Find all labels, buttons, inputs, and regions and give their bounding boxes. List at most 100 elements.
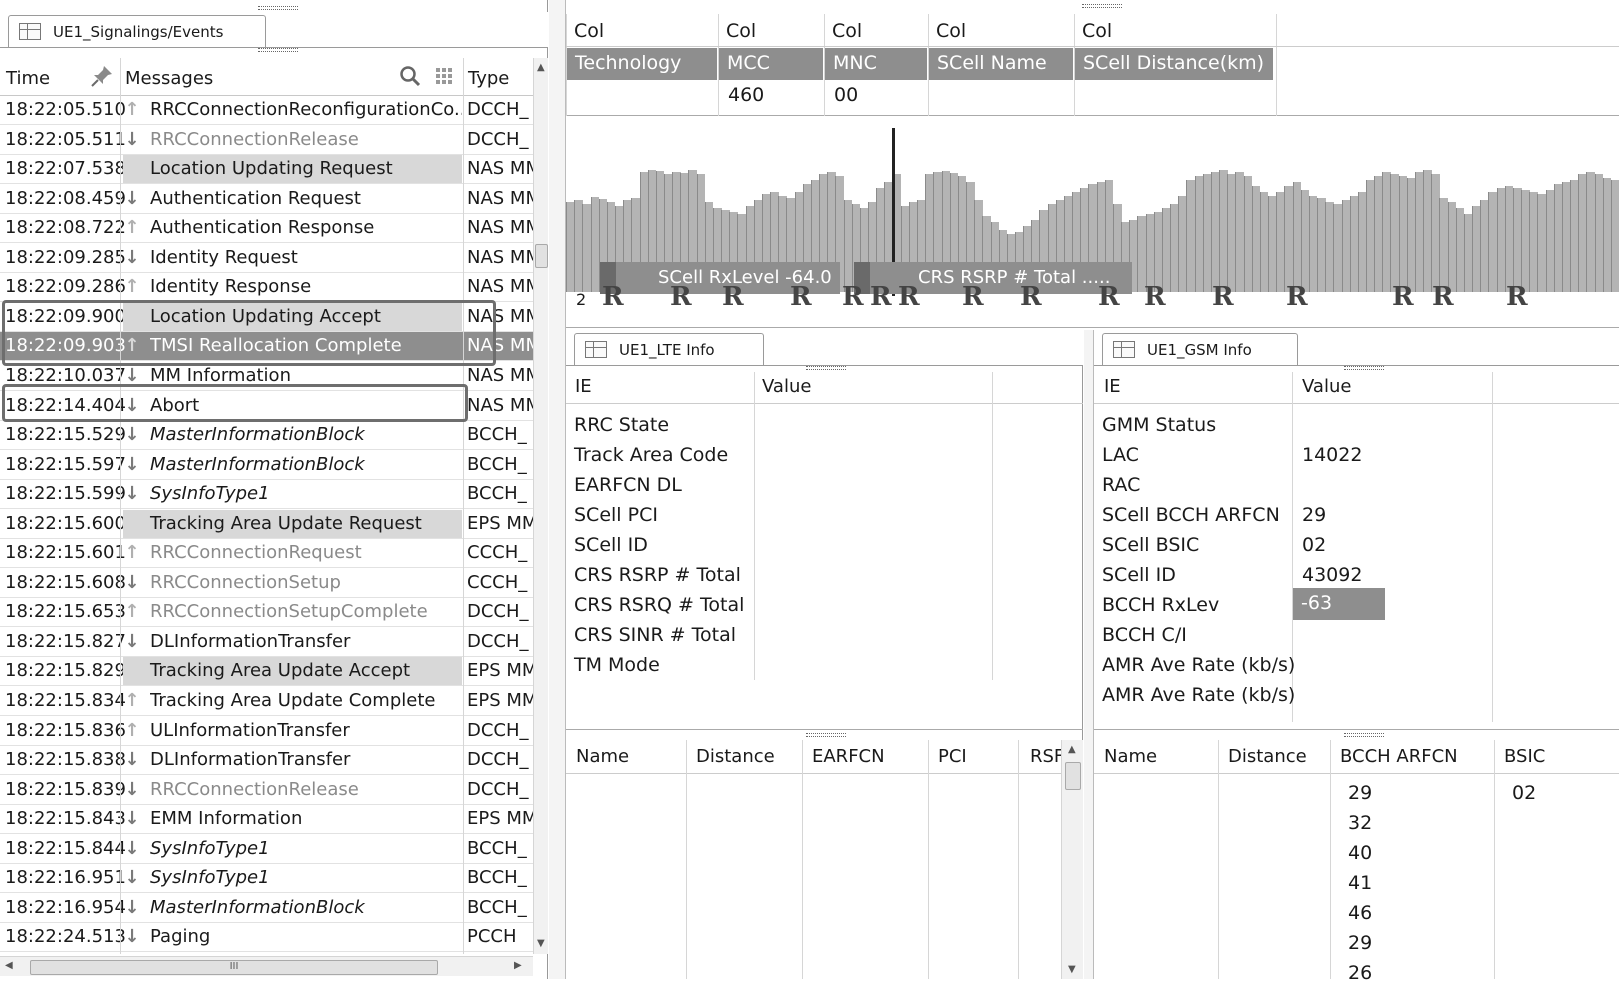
event-marker-icon[interactable]: R [1144,282,1166,312]
scroll-right-icon[interactable]: ▶ [514,960,522,971]
row-type: NAS MM [467,394,533,416]
scroll-up-icon[interactable]: ▲ [537,62,545,73]
event-marker-icon[interactable]: R [722,282,744,312]
panel-splitter[interactable] [1084,330,1094,979]
scroll-up-icon[interactable]: ▲ [1068,744,1076,755]
event-marker-icon[interactable]: R [842,282,864,312]
table-row[interactable]: 18:22:15.838 ↓ DLInformationTransfer DCCH_ [0,746,533,776]
col-value[interactable]: Value [1302,376,1351,397]
event-marker-icon[interactable]: R [1212,282,1234,312]
table-row[interactable]: 18:22:15.597 ↓ MasterInformationBlock BCCH_ [0,451,533,480]
table-row[interactable]: 18:22:15.834 ↑ Tracking Area Update Comple… [0,687,533,716]
col-value[interactable]: Value [762,376,811,397]
table-row[interactable]: 18:22:16.951 ↓ SysInfoType1 BCCH_ [0,864,533,894]
resize-grip[interactable] [806,366,846,370]
search-icon[interactable] [398,64,422,93]
lte-neighbor-col[interactable]: RSF [1030,746,1064,767]
resize-grip[interactable] [1344,366,1384,370]
event-marker-icon[interactable]: R [962,282,984,312]
col-label[interactable]: Col [574,20,604,42]
tab-gsm-info[interactable]: UE1_GSM Info [1102,333,1298,365]
event-marker-icon[interactable]: R [1286,282,1308,312]
tab-label: UE1_GSM Info [1147,340,1252,359]
event-marker-icon[interactable]: R [670,282,692,312]
event-marker-icon[interactable]: R [1392,282,1414,312]
columns-icon[interactable] [434,66,454,91]
col-label[interactable]: Col [1082,20,1112,42]
table-row[interactable]: 18:22:08.722 ↑ Authentication Response NAS … [0,214,533,244]
tab-lte-info[interactable]: UE1_LTE Info [574,333,764,365]
table-row[interactable]: 18:22:08.459 ↓ Authentication Request NAS M… [0,185,533,214]
col-time[interactable]: Time [6,68,50,89]
resize-grip[interactable] [258,48,298,52]
event-marker-icon[interactable]: R [1098,282,1120,312]
summary-header-cell[interactable]: MNC [825,48,927,80]
table-row[interactable]: 18:22:24.513 ↓ Paging PCCH [0,923,533,953]
event-marker-icon[interactable]: R [1506,282,1528,312]
table-row[interactable]: 18:22:15.601 ↑ RRCConnectionRequest CCCH_ [0,539,533,569]
lte-neighbor-col[interactable]: Name [576,746,629,767]
tab-signalings-events[interactable]: UE1_Signalings/Events [8,15,266,47]
col-label[interactable]: Col [726,20,756,42]
gsm-neighbor-col[interactable]: Distance [1228,746,1307,767]
table-row[interactable]: 18:22:15.529 ↓ MasterInformationBlock BCCH_ [0,421,533,451]
summary-header-cell[interactable]: Technology [567,48,717,80]
scroll-down-icon[interactable]: ▼ [1068,964,1076,975]
table-row[interactable]: 18:22:15.608 ↓ RRCConnectionSetup CCCH_ [0,569,533,598]
table-row[interactable]: 18:22:15.829↓Tracking Area Update Accept… [0,657,533,687]
vertical-scrollbar[interactable]: ▲ ▼ [533,58,548,954]
scroll-thumb[interactable] [535,244,548,268]
col-type[interactable]: Type [468,68,509,89]
summary-header-cell[interactable]: SCell Name [929,48,1073,80]
event-marker-icon[interactable]: R [898,282,920,312]
event-marker-icon[interactable]: R [1432,282,1454,312]
col-divider [120,58,121,954]
resize-grip[interactable] [258,6,298,10]
row-message: Tracking Area Update Request [123,509,462,538]
gsm-neighbor-col[interactable]: Name [1104,746,1157,767]
resize-grip[interactable] [806,733,846,737]
table-row[interactable]: 18:22:05.510 ↑ RRCConnectionReconfiguratio… [0,96,533,125]
scroll-thumb[interactable] [1065,762,1081,790]
vertical-splitter[interactable] [549,0,566,979]
col-ie[interactable]: IE [1104,376,1121,397]
resize-grip[interactable] [1082,4,1122,8]
table-row[interactable]: 18:22:15.653 ↑ RRCConnectionSetupComplete D… [0,598,533,628]
table-row[interactable]: 18:22:15.599 ↓ SysInfoType1 BCCH_ [0,480,533,510]
pin-icon[interactable] [90,64,114,93]
col-label[interactable]: Col [832,20,862,42]
summary-header-cell[interactable]: MCC [719,48,823,80]
scroll-left-icon[interactable]: ◀ [5,960,13,971]
table-row[interactable]: 18:22:07.538↑Location Updating RequestNA… [0,155,533,185]
table-row[interactable]: 18:22:16.954 ↓ MasterInformationBlock BCCH_ [0,894,533,923]
lte-neighbor-col[interactable]: Distance [696,746,775,767]
lte-neighbor-scrollbar[interactable]: ▲ ▼ [1061,740,1083,979]
event-marker-icon[interactable]: R [790,282,812,312]
event-marker-icon[interactable]: R [602,282,624,312]
col-messages[interactable]: Messages [125,68,213,89]
table-row[interactable]: 18:22:15.827 ↓ DLInformationTransfer DCCH_ [0,628,533,657]
lte-neighbor-col[interactable]: PCI [938,746,967,767]
table-row[interactable]: 18:22:05.511 ↓ RRCConnectionRelease DCCH_ [0,126,533,155]
table-row[interactable]: 18:22:15.600↑Tracking Area Update Reques… [0,509,533,539]
event-marker-icon[interactable]: R [1020,282,1042,312]
col-label[interactable]: Col [936,20,966,42]
event-marker-icon[interactable]: R [870,282,892,312]
scroll-down-icon[interactable]: ▼ [537,938,545,949]
summary-header-cell[interactable]: SCell Distance(km) [1075,48,1273,80]
resize-grip[interactable] [1344,733,1384,737]
table-row[interactable]: 18:22:15.844 ↓ SysInfoType1 BCCH_ [0,835,533,864]
gsm-neighbor-col[interactable]: BCCH ARFCN [1340,746,1458,767]
hscroll-thumb[interactable]: III [30,960,438,975]
gsm-neighbor-col[interactable]: BSIC [1504,746,1545,767]
table-row[interactable]: 18:22:15.843 ↓ EMM Information EPS MM [0,805,533,835]
col-divider [1492,372,1493,722]
col-ie[interactable]: IE [575,376,592,397]
horizontal-scrollbar[interactable]: ◀ III ▶ [0,956,533,976]
lte-neighbor-col[interactable]: EARFCN [812,746,885,767]
table-row[interactable]: 18:22:15.839 ↓ RRCConnectionRelease DCCH_ [0,776,533,805]
table-row[interactable]: 18:22:09.286↑ Identity Response NAS MM [0,273,533,303]
table-row[interactable]: 18:22:09.285↓ Identity Request NAS MM [0,244,533,273]
table-row[interactable]: 18:22:15.836 ↑ ULInformationTransfer DCCH_ [0,717,533,746]
highlight-box [2,384,468,422]
